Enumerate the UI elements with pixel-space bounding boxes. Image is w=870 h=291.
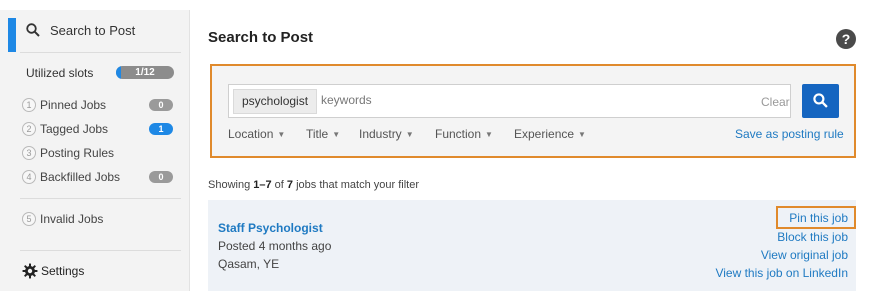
sidebar-item-posting-rules[interactable]: 3 Posting Rules: [22, 145, 182, 163]
search-field[interactable]: psychologist Clear: [228, 84, 791, 118]
results-range: 1–7: [253, 179, 272, 191]
filter-location[interactable]: Location ▼: [228, 127, 285, 141]
step-number: 3: [22, 146, 36, 160]
caret-down-icon: ▼: [332, 130, 341, 139]
filter-label: Experience: [514, 127, 575, 141]
filter-label: Function: [435, 127, 482, 141]
help-icon[interactable]: ?: [836, 29, 856, 49]
utilized-slots-progress: 1/12: [116, 66, 174, 79]
results-summary: Showing 1–7 of 7 jobs that match your fi…: [208, 179, 419, 191]
job-card: Staff Psychologist Posted 4 months ago Q…: [208, 200, 856, 291]
sidebar-item-label: Search to Post: [50, 23, 136, 38]
filter-title[interactable]: Title ▼: [306, 127, 340, 141]
filter-label: Title: [306, 127, 329, 141]
clear-button[interactable]: Clear: [761, 95, 790, 109]
filter-function[interactable]: Function ▼: [435, 127, 493, 141]
search-panel: psychologist Clear Location▼ Title▼ Indu…: [210, 64, 856, 158]
count-badge: 1: [149, 123, 173, 135]
sidebar-item-tagged-jobs[interactable]: 2 Tagged Jobs 1: [22, 121, 182, 139]
filter-label: Industry: [359, 127, 402, 141]
search-icon: [813, 93, 828, 108]
sidebar: Search to Post Utilized slots 1/12 1 Pin…: [0, 10, 190, 291]
step-number: 2: [22, 122, 36, 136]
sidebar-item-label: Posting Rules: [40, 146, 115, 160]
gear-icon: [22, 263, 38, 279]
job-location: Qasam, YE: [218, 257, 280, 271]
divider: [20, 198, 181, 199]
view-original-job-link[interactable]: View original job: [761, 248, 848, 262]
filter-industry[interactable]: Industry ▼: [359, 127, 414, 141]
sidebar-item-label: Invalid Jobs: [40, 212, 104, 226]
sidebar-item-search-to-post[interactable]: Search to Post: [0, 10, 190, 52]
divider: [20, 250, 181, 251]
count-badge: 0: [149, 99, 173, 111]
utilized-slots-label: Utilized slots: [26, 66, 94, 80]
pin-job-link[interactable]: Pin this job: [789, 211, 848, 225]
active-indicator: [8, 18, 16, 52]
caret-down-icon: ▼: [277, 130, 286, 139]
job-title-link[interactable]: Staff Psychologist: [218, 221, 323, 235]
keywords-input[interactable]: [321, 93, 741, 107]
search-button[interactable]: [802, 84, 839, 118]
results-of: of: [271, 179, 287, 191]
caret-down-icon: ▼: [485, 130, 493, 139]
filter-experience[interactable]: Experience ▼: [514, 127, 586, 141]
count-badge: 0: [149, 171, 173, 183]
caret-down-icon: ▼: [578, 130, 586, 139]
page-title: Search to Post: [208, 29, 314, 46]
view-on-linkedin-link[interactable]: View this job on LinkedIn: [715, 266, 848, 280]
results-suffix: jobs that match your filter: [293, 179, 419, 191]
caret-down-icon: ▼: [405, 130, 414, 139]
sidebar-item-label: Backfilled Jobs: [40, 170, 121, 184]
job-posted-date: Posted 4 months ago: [218, 239, 332, 253]
sidebar-item-label: Tagged Jobs: [40, 122, 109, 136]
results-prefix: Showing: [208, 179, 254, 191]
filter-label: Location: [228, 127, 274, 141]
step-number: 1: [22, 98, 36, 112]
block-job-link[interactable]: Block this job: [777, 230, 848, 244]
sidebar-item-label: Pinned Jobs: [40, 98, 107, 112]
divider: [20, 52, 181, 53]
sidebar-item-invalid-jobs[interactable]: 5 Invalid Jobs: [22, 211, 182, 229]
save-as-posting-rule-link[interactable]: Save as posting rule: [735, 127, 844, 141]
sidebar-item-pinned-jobs[interactable]: 1 Pinned Jobs 0: [22, 97, 182, 115]
step-number: 4: [22, 170, 36, 184]
step-number: 5: [22, 212, 36, 226]
keyword-chip[interactable]: psychologist: [233, 89, 318, 114]
search-icon: [26, 23, 40, 37]
sidebar-item-backfilled-jobs[interactable]: 4 Backfilled Jobs 0: [22, 169, 182, 187]
settings-label: Settings: [41, 264, 85, 278]
utilized-slots-value: 1/12: [135, 67, 155, 78]
